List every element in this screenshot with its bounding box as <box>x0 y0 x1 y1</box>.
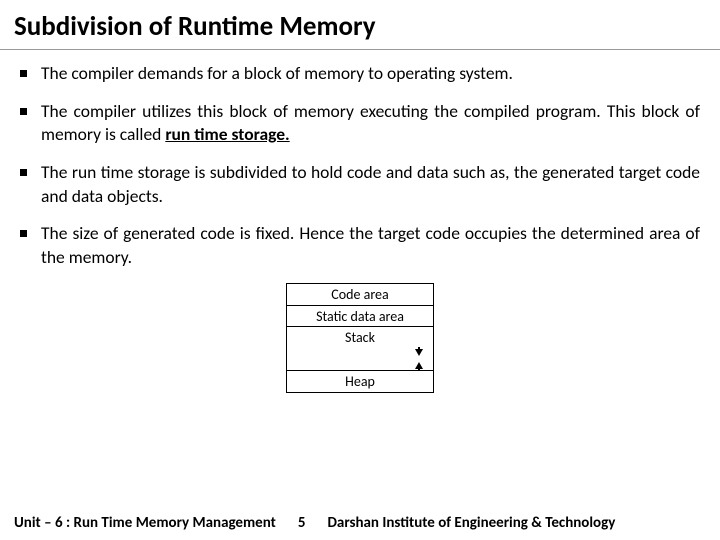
bullet-item: The compiler demands for a block of memo… <box>20 62 700 86</box>
bullet-marker <box>20 169 27 176</box>
diagram-row-stack: Stack <box>286 326 434 349</box>
bullet-marker <box>20 70 27 77</box>
bullet-item: The run time storage is subdivided to ho… <box>20 161 700 208</box>
bullet-text: The size of generated code is fixed. Hen… <box>41 222 700 269</box>
bullet-text-before: The compiler utilizes this block of memo… <box>41 100 700 146</box>
bullet-text-bold: run time storage. <box>165 123 289 145</box>
diagram-row-static: Static data area <box>286 305 434 328</box>
bullet-marker <box>20 108 27 115</box>
footer-institute: Darshan Institute of Engineering & Techn… <box>327 514 615 532</box>
bullet-text: The run time storage is subdivided to ho… <box>41 161 700 208</box>
bullet-text: The compiler utilizes this block of memo… <box>41 100 700 147</box>
diagram-row-heap: Heap <box>286 370 434 393</box>
diagram-row-code: Code area <box>286 283 434 306</box>
slide-title: Subdivision of Runtime Memory <box>0 0 720 50</box>
footer-page-number: 5 <box>298 514 306 532</box>
bullet-text: The compiler demands for a block of memo… <box>41 62 700 86</box>
arrow-down-icon <box>415 349 423 356</box>
slide-content: The compiler demands for a block of memo… <box>0 50 720 393</box>
diagram-gap <box>286 348 434 370</box>
bullet-item: The compiler utilizes this block of memo… <box>20 100 700 147</box>
bullet-marker <box>20 230 27 237</box>
bullet-item: The size of generated code is fixed. Hen… <box>20 222 700 269</box>
arrow-up-icon <box>415 362 423 369</box>
slide-footer: Unit – 6 : Run Time Memory Management 5 … <box>0 514 720 532</box>
memory-diagram: Code area Static data area Stack Heap <box>286 283 434 393</box>
footer-unit: Unit – 6 : Run Time Memory Management <box>14 514 276 532</box>
